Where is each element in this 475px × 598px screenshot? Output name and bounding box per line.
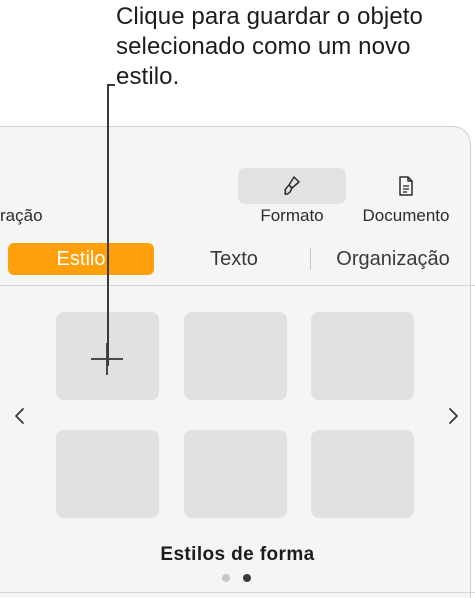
document-icon <box>399 176 413 196</box>
style-swatch[interactable] <box>184 312 287 400</box>
page-dot-current[interactable] <box>243 574 251 582</box>
callout-text: Clique para guardar o objeto selecionado… <box>116 3 424 90</box>
tab-estilo[interactable]: Estilo <box>8 243 154 275</box>
document-icon-wrap <box>376 168 436 204</box>
format-icon-wrap <box>238 168 346 204</box>
screenshot-stage: Clique para guardar o objeto selecionado… <box>0 0 475 598</box>
section-title: Estilos de forma <box>160 544 315 565</box>
page-dot[interactable] <box>222 574 230 582</box>
style-swatch[interactable] <box>184 430 287 518</box>
format-button[interactable]: Formato <box>238 168 346 230</box>
document-button[interactable]: Documento <box>352 168 460 230</box>
style-swatch[interactable] <box>56 430 159 518</box>
callout-line <box>107 84 109 366</box>
style-swatch[interactable] <box>311 312 414 400</box>
page-indicator <box>218 574 258 584</box>
tabs-divider <box>0 285 475 286</box>
style-swatch[interactable] <box>311 430 414 518</box>
bottom-divider <box>0 592 475 593</box>
tab-organizacao[interactable]: Organização <box>318 243 468 275</box>
format-label: Formato <box>260 206 324 225</box>
callout-tick <box>107 84 115 86</box>
tab-separator <box>310 248 311 270</box>
tab-texto[interactable]: Texto <box>176 243 292 275</box>
toolbar-partial-label[interactable]: ração <box>0 206 43 226</box>
chevron-right-icon[interactable] <box>443 404 463 428</box>
chevron-left-icon[interactable] <box>10 404 30 428</box>
document-label: Documento <box>362 206 450 225</box>
paintbrush-icon <box>284 176 300 195</box>
inspector-tabs: Estilo Texto Organização <box>0 243 475 277</box>
